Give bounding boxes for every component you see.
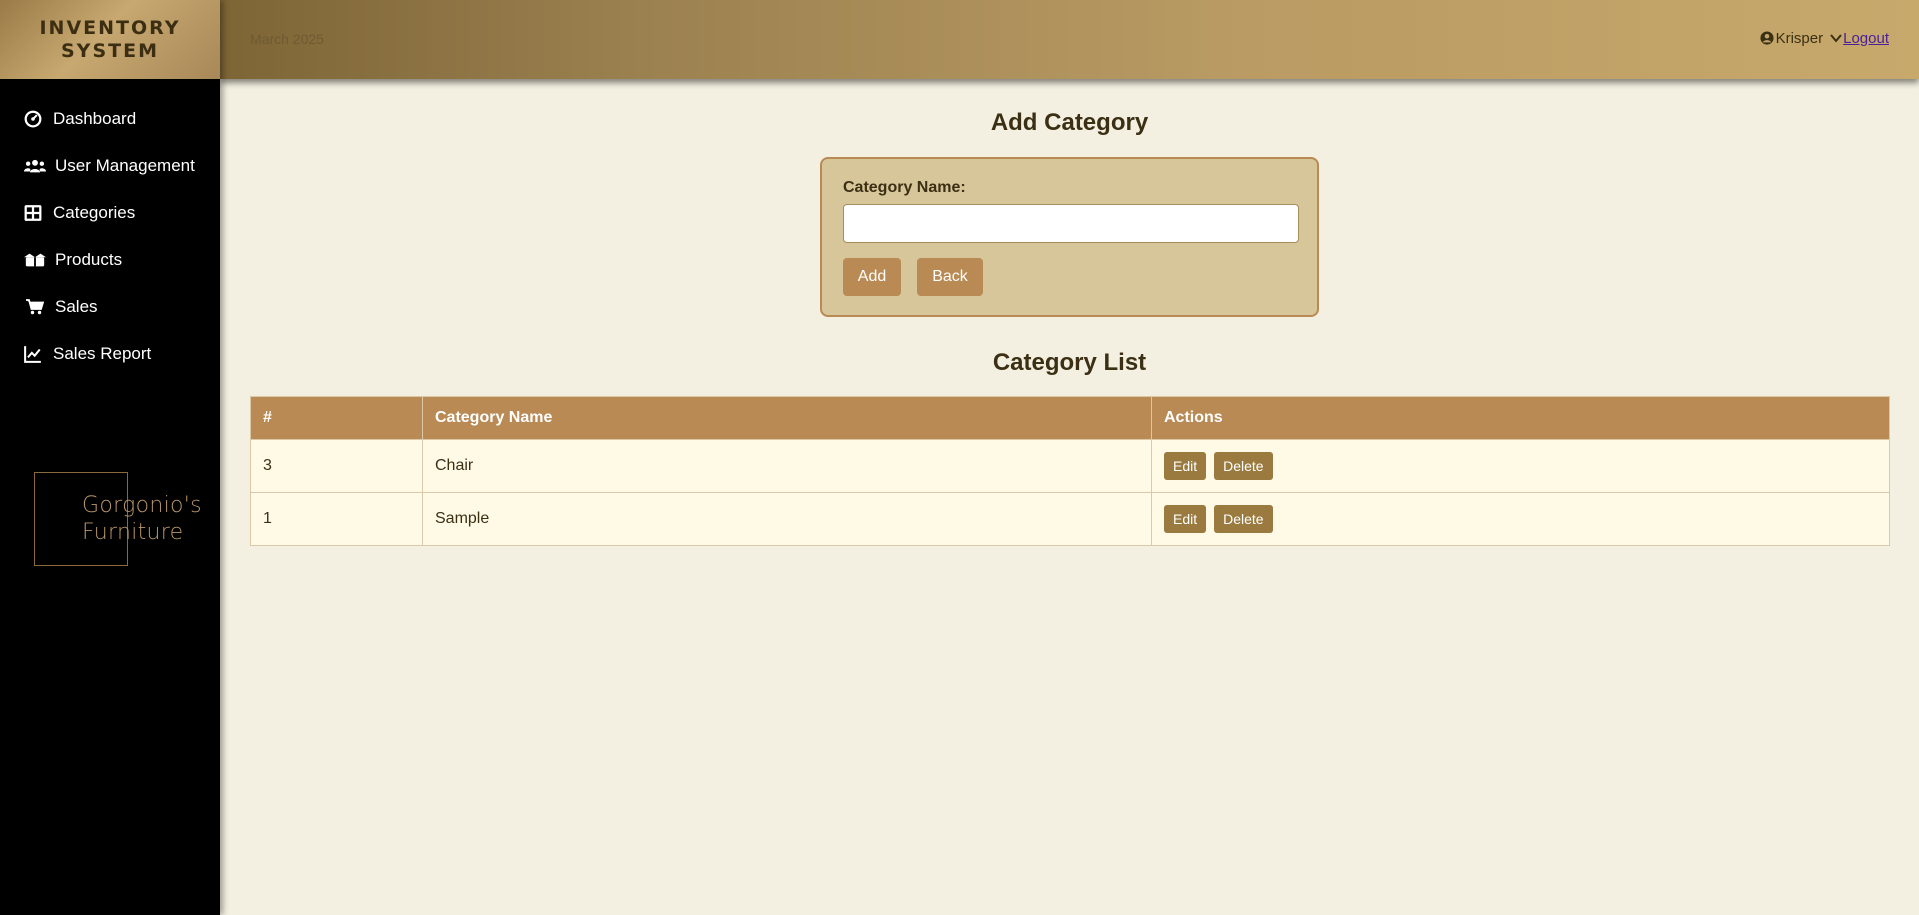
row-number: 3 — [250, 439, 423, 493]
category-name-input[interactable] — [843, 204, 1299, 243]
user-menu: Krisper Logout — [1760, 30, 1889, 47]
sidebar-item-sales-report[interactable]: Sales Report — [0, 330, 220, 377]
brand-line-2: SYSTEM — [61, 39, 159, 62]
row-actions: Edit Delete — [1151, 492, 1890, 546]
sidebar-item-label: Sales Report — [53, 343, 152, 363]
category-table: # Category Name Actions 3 Chair Edit Dele… — [250, 396, 1890, 546]
column-header-number: # — [250, 396, 423, 440]
top-header: March 2025 Krisper Logout — [220, 0, 1919, 79]
grid-icon — [23, 204, 43, 222]
user-circle-icon — [1760, 30, 1776, 47]
add-category-form: Category Name: Add Back — [820, 157, 1319, 317]
edit-button[interactable]: Edit — [1164, 452, 1207, 480]
category-list-title: Category List — [992, 349, 1147, 376]
header-date: March 2025 — [250, 31, 324, 47]
sidebar-item-categories[interactable]: Categories — [0, 189, 220, 236]
sidebar-item-label: Products — [55, 249, 123, 269]
cart-icon — [23, 298, 47, 316]
username[interactable]: Krisper — [1776, 30, 1824, 47]
chart-line-icon — [23, 345, 43, 363]
logo-line-2: Furniture — [82, 520, 184, 545]
sidebar-item-label: Sales — [55, 296, 98, 316]
brand-line-1: INVENTORY — [39, 16, 181, 39]
sidebar-item-sales[interactable]: Sales — [0, 283, 220, 330]
chevron-down-icon[interactable] — [1823, 30, 1843, 47]
sidebar-item-user-management[interactable]: User Management — [0, 142, 220, 189]
category-name-label: Category Name: — [843, 179, 966, 196]
add-button[interactable]: Add — [843, 258, 901, 296]
sidebar-item-dashboard[interactable]: Dashboard — [0, 95, 220, 142]
main-content: Add Category Category Name: Add Back Cat… — [220, 79, 1919, 915]
table-header-row: # Category Name Actions — [250, 396, 1890, 440]
boxes-icon — [23, 251, 47, 269]
row-category-name: Sample — [422, 492, 1152, 546]
logout-link[interactable]: Logout — [1843, 30, 1889, 47]
company-logo: Gorgonio's Furniture — [82, 492, 202, 546]
row-category-name: Chair — [422, 439, 1152, 493]
sidebar-item-label: Dashboard — [53, 108, 137, 128]
sidebar: INVENTORY SYSTEM Dashboard User Manageme… — [0, 0, 220, 915]
sidebar-item-label: Categories — [53, 202, 136, 222]
row-actions: Edit Delete — [1151, 439, 1890, 493]
delete-button[interactable]: Delete — [1214, 505, 1273, 533]
table-row: 3 Chair Edit Delete — [250, 439, 1890, 493]
dashboard-icon — [23, 110, 43, 128]
sidebar-nav: Dashboard User Management Categories Pro… — [0, 95, 220, 377]
column-header-category-name: Category Name — [422, 396, 1152, 440]
column-header-actions: Actions — [1151, 396, 1890, 440]
row-number: 1 — [250, 492, 423, 546]
table-row: 1 Sample Edit Delete — [250, 492, 1890, 546]
logo-line-1: Gorgonio's — [82, 493, 202, 518]
add-category-title: Add Category — [990, 109, 1149, 136]
delete-button[interactable]: Delete — [1214, 452, 1273, 480]
app-brand: INVENTORY SYSTEM — [0, 0, 220, 79]
sidebar-item-label: User Management — [55, 155, 195, 175]
back-button[interactable]: Back — [917, 258, 983, 296]
sidebar-item-products[interactable]: Products — [0, 236, 220, 283]
users-icon — [23, 157, 47, 175]
edit-button[interactable]: Edit — [1164, 505, 1207, 533]
